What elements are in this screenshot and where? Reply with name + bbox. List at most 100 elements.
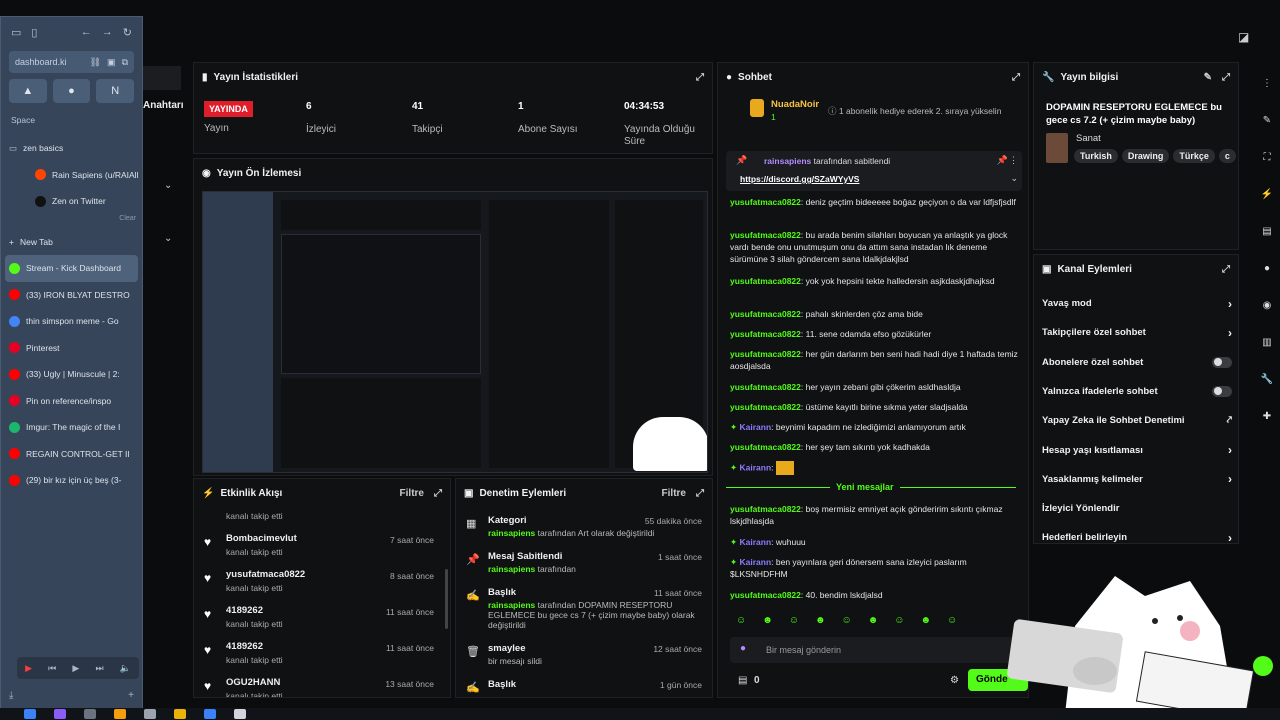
browser-tab[interactable]: (29) bir kız için üç beş (3- bbox=[1, 467, 142, 494]
popout-icon[interactable]: ⤢ bbox=[1222, 72, 1230, 83]
activity-user[interactable]: yusufatmaca0822 bbox=[226, 569, 305, 580]
channel-action[interactable]: Yasaklanmış kelimeler › bbox=[1034, 465, 1240, 494]
screenshot-icon[interactable]: ▣ bbox=[107, 57, 116, 68]
forward-icon[interactable]: → bbox=[102, 26, 113, 38]
more-icon[interactable]: ⋮ bbox=[1009, 155, 1018, 166]
emote-icon[interactable]: ☻ bbox=[868, 615, 879, 626]
activity-user[interactable]: Bombacimevlut bbox=[226, 533, 297, 544]
emote-icon[interactable]: ☻ bbox=[762, 615, 773, 626]
chat-username[interactable]: yusufatmaca0822 bbox=[730, 590, 801, 600]
chat-username[interactable]: yusufatmaca0822 bbox=[730, 402, 801, 412]
play-icon[interactable]: ▶ bbox=[72, 663, 79, 674]
edit-icon[interactable]: ✎ bbox=[1204, 72, 1212, 83]
puzzle-icon[interactable]: ✚ bbox=[1258, 403, 1276, 429]
browser-tab[interactable]: thin simspon meme - Go bbox=[1, 308, 142, 335]
channel-action[interactable]: Hesap yaşı kısıtlaması › bbox=[1034, 436, 1240, 465]
theme-toggle-icon[interactable]: ◪ bbox=[1238, 30, 1249, 44]
channel-action[interactable]: Yavaş mod › bbox=[1034, 289, 1240, 318]
channel-action[interactable]: Yapay Zeka ile Sohbet Denetimi ⤤ bbox=[1034, 406, 1240, 435]
chevron-down-icon[interactable]: ⌄ bbox=[164, 180, 172, 191]
emote-icon[interactable]: ☺ bbox=[947, 615, 957, 626]
layers-icon[interactable]: ▥ bbox=[1258, 329, 1276, 355]
channel-action[interactable]: Abonelere özel sohbet bbox=[1034, 348, 1240, 377]
windows-icon[interactable] bbox=[24, 709, 36, 719]
activity-filter-button[interactable]: Filtre bbox=[400, 488, 424, 499]
channel-action[interactable]: Takipçilere özel sohbet › bbox=[1034, 318, 1240, 347]
previous-track-icon[interactable]: ⏮ bbox=[48, 663, 56, 674]
back-icon[interactable]: ← bbox=[81, 26, 92, 38]
chat-input[interactable]: ● Bir mesaj gönderin bbox=[730, 637, 1020, 663]
chat-username[interactable]: yusufatmaca0822 bbox=[730, 504, 801, 514]
chat-username[interactable]: yusufatmaca0822 bbox=[730, 442, 801, 452]
browser-tab[interactable]: Stream - Kick Dashboard bbox=[5, 255, 138, 282]
youtube-media-icon[interactable]: ▶ bbox=[25, 663, 32, 674]
essential-drive[interactable]: ▲ bbox=[9, 79, 47, 103]
app-icon[interactable] bbox=[144, 709, 156, 719]
folder-tab-item[interactable]: Zen on Twitter bbox=[1, 188, 142, 215]
popout-icon[interactable]: ⤢ bbox=[1012, 72, 1020, 83]
reload-icon[interactable]: ↻ bbox=[123, 26, 132, 39]
channel-action[interactable]: İzleyici Yönlendir bbox=[1034, 494, 1240, 523]
activity-user[interactable]: 4189262 bbox=[226, 641, 263, 652]
chevron-down-icon[interactable]: ⌄ bbox=[1010, 173, 1018, 184]
moderation-filter-button[interactable]: Filtre bbox=[662, 488, 686, 499]
folder-zen-basics[interactable]: ▭ zen basics bbox=[1, 135, 142, 162]
emote-icon[interactable]: ☺ bbox=[789, 615, 799, 626]
chat-username[interactable]: Kairann bbox=[739, 557, 771, 567]
pinned-link[interactable]: https://discord.gg/SZaWYyVS bbox=[740, 174, 859, 184]
sidebar-toggle-icon[interactable]: ▭ bbox=[11, 26, 21, 39]
browser-tab[interactable]: Pin on reference/inspo bbox=[1, 388, 142, 415]
browser-tab[interactable]: (33) Ugly | Minuscule | 2: bbox=[1, 361, 142, 388]
app-icon[interactable] bbox=[174, 709, 186, 719]
scrollbar[interactable] bbox=[445, 569, 448, 629]
pinned-message[interactable]: 📌 rainsapiens tarafından sabitlendi http… bbox=[726, 151, 1022, 191]
browser-tab[interactable]: Imgur: The magic of the I bbox=[1, 414, 142, 441]
chat-username[interactable]: yusufatmaca0822 bbox=[730, 276, 801, 286]
chat-username[interactable]: yusufatmaca0822 bbox=[730, 309, 801, 319]
popout-icon[interactable]: ⤢ bbox=[696, 488, 704, 499]
essential-github[interactable]: ● bbox=[52, 79, 91, 103]
toggle-switch[interactable] bbox=[1212, 356, 1232, 368]
essential-notion[interactable]: N bbox=[96, 79, 135, 103]
chat-settings-icon[interactable]: ⚙ bbox=[950, 675, 959, 686]
chevron-down-icon[interactable]: ⌄ bbox=[164, 233, 172, 244]
add-space-icon[interactable]: + bbox=[128, 690, 134, 701]
emote-icon[interactable]: ☻ bbox=[920, 615, 931, 626]
edit-icon[interactable]: ✎ bbox=[1258, 107, 1276, 133]
toggle-switch[interactable] bbox=[1212, 385, 1232, 397]
app-icon[interactable] bbox=[204, 709, 216, 719]
folder-icon[interactable] bbox=[114, 709, 126, 719]
chat-username[interactable]: yusufatmaca0822 bbox=[730, 382, 801, 392]
stream-preview-video[interactable] bbox=[202, 191, 708, 473]
wrench-icon[interactable]: 🔧 bbox=[1258, 366, 1276, 392]
emote-icon[interactable]: ☺ bbox=[736, 615, 746, 626]
app-icon[interactable] bbox=[84, 709, 96, 719]
app-icon[interactable] bbox=[54, 709, 66, 719]
more-icon[interactable]: ⋮ bbox=[1258, 70, 1276, 96]
moderation-user[interactable]: rainsapiens bbox=[488, 528, 535, 538]
copy-icon[interactable]: ⧉ bbox=[122, 57, 128, 68]
new-tab-button[interactable]: + New Tab bbox=[1, 229, 142, 256]
chat-username[interactable]: yusufatmaca0822 bbox=[730, 329, 801, 339]
channel-action[interactable]: Hedefleri belirleyin › bbox=[1034, 523, 1240, 552]
folder-tab-item[interactable]: Rain Sapiens (u/RAIAll bbox=[1, 162, 142, 189]
moderation-user[interactable]: rainsapiens bbox=[488, 564, 535, 574]
clear-button[interactable]: Clear bbox=[1, 215, 142, 229]
browser-tab[interactable]: REGAIN CONTROL-GET II bbox=[1, 441, 142, 468]
activity-user[interactable]: OGU2HANN bbox=[226, 677, 280, 688]
chat-username[interactable]: yusufatmaca0822 bbox=[730, 197, 801, 207]
popout-icon[interactable]: ⤢ bbox=[1222, 264, 1230, 275]
chat-username[interactable]: yusufatmaca0822 bbox=[730, 349, 801, 359]
sidebar-panel-icon[interactable]: ▯ bbox=[31, 26, 37, 39]
emote-icon[interactable]: ☺ bbox=[842, 615, 852, 626]
document-icon[interactable]: ▤ bbox=[1258, 218, 1276, 244]
chat-username[interactable]: Kairann bbox=[739, 537, 771, 547]
lightning-icon[interactable]: ⚡ bbox=[1258, 181, 1276, 207]
activity-user[interactable]: 4189262 bbox=[226, 605, 263, 616]
emote-icon[interactable]: ☺ bbox=[894, 615, 904, 626]
browser-tab[interactable]: (33) IRON BLYAT DESTRO bbox=[1, 282, 142, 309]
fullscreen-icon[interactable]: ⛶ bbox=[1258, 144, 1276, 170]
channel-action[interactable]: Yalnızca ifadelerle sohbet bbox=[1034, 377, 1240, 406]
app-icon[interactable] bbox=[234, 709, 246, 719]
download-icon[interactable]: ⤓ bbox=[9, 690, 13, 701]
